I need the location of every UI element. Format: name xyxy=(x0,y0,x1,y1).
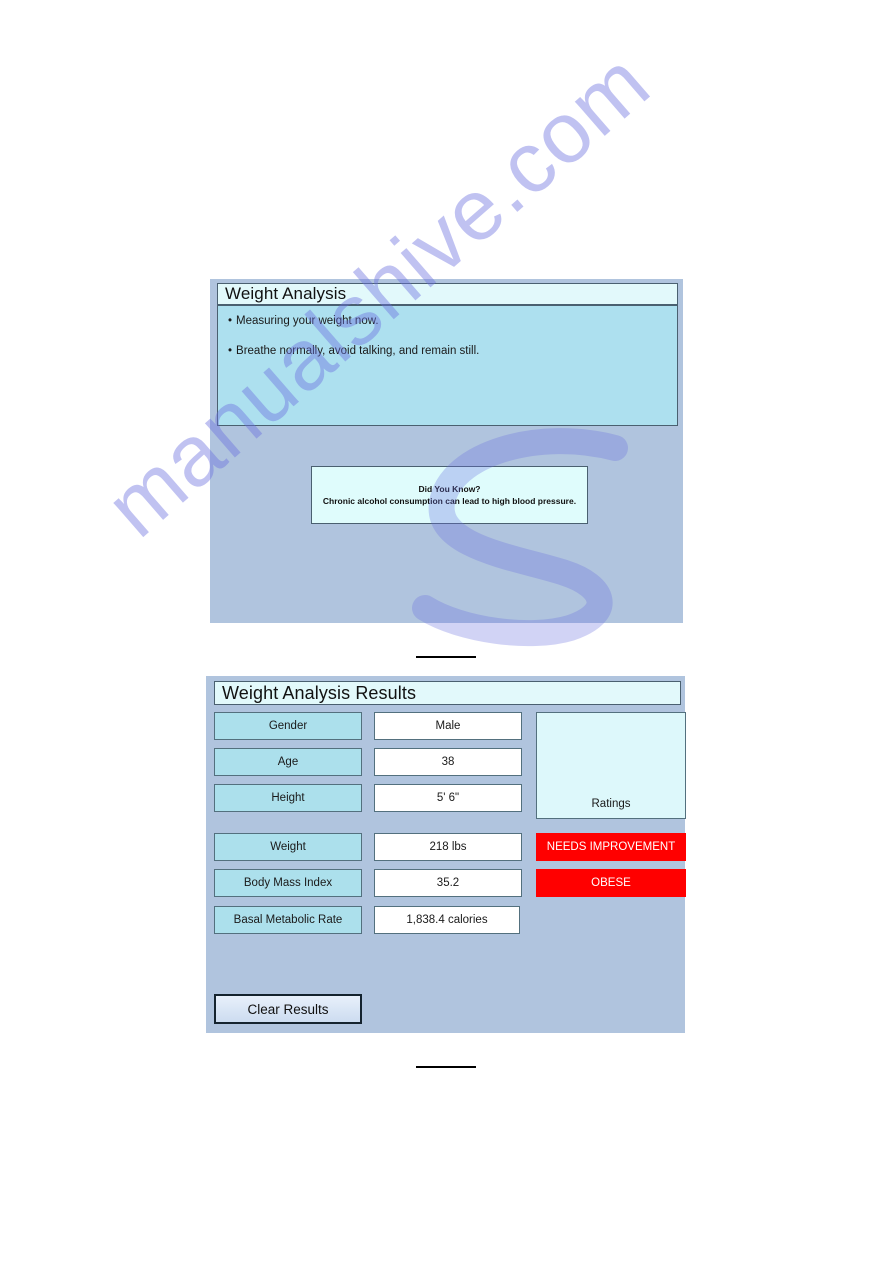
weight-analysis-panel: Weight Analysis • Measuring your weight n… xyxy=(210,279,683,623)
instruction-line: • Breathe normally, avoid talking, and re… xyxy=(228,344,667,358)
clear-results-button[interactable]: Clear Results xyxy=(214,994,362,1024)
page-separator xyxy=(416,656,476,658)
row-label: Gender xyxy=(214,712,362,740)
instruction-line: • Measuring your weight now. xyxy=(228,314,667,328)
analysis-panel-title: Weight Analysis xyxy=(217,283,678,305)
status-badge: NEEDS IMPROVEMENT xyxy=(536,833,686,861)
row-label: Age xyxy=(214,748,362,776)
weight-analysis-results-panel: Weight Analysis Results Gender Male Age … xyxy=(206,676,686,1033)
row-label: Height xyxy=(214,784,362,812)
row-value: 38 xyxy=(374,748,522,776)
page-separator xyxy=(416,1066,476,1068)
row-value: 218 lbs xyxy=(374,833,522,861)
ratings-box: Ratings xyxy=(536,712,686,819)
row-value: 5' 6" xyxy=(374,784,522,812)
row-label: Body Mass Index xyxy=(214,869,362,897)
analysis-instructions-box: • Measuring your weight now. • Breathe nor… xyxy=(217,305,678,426)
row-value: 1,838.4 calories xyxy=(374,906,520,934)
row-label: Weight xyxy=(214,833,362,861)
row-value: Male xyxy=(374,712,522,740)
row-label: Basal Metabolic Rate xyxy=(214,906,362,934)
bullet-icon: • xyxy=(228,345,233,357)
did-you-know-title: Did You Know? xyxy=(418,484,481,494)
instruction-text: Breathe normally, avoid talking, and rem… xyxy=(236,345,480,357)
did-you-know-box: Did You Know? Chronic alcohol consumptio… xyxy=(311,466,588,524)
results-panel-title: Weight Analysis Results xyxy=(214,681,681,705)
bullet-icon: • xyxy=(228,315,233,327)
watermark-overlay: manualshive.com xyxy=(0,0,893,1263)
did-you-know-body: Chronic alcohol consumption can lead to … xyxy=(322,496,577,506)
row-value: 35.2 xyxy=(374,869,522,897)
instruction-text: Measuring your weight now. xyxy=(236,315,379,327)
status-badge: OBESE xyxy=(536,869,686,897)
